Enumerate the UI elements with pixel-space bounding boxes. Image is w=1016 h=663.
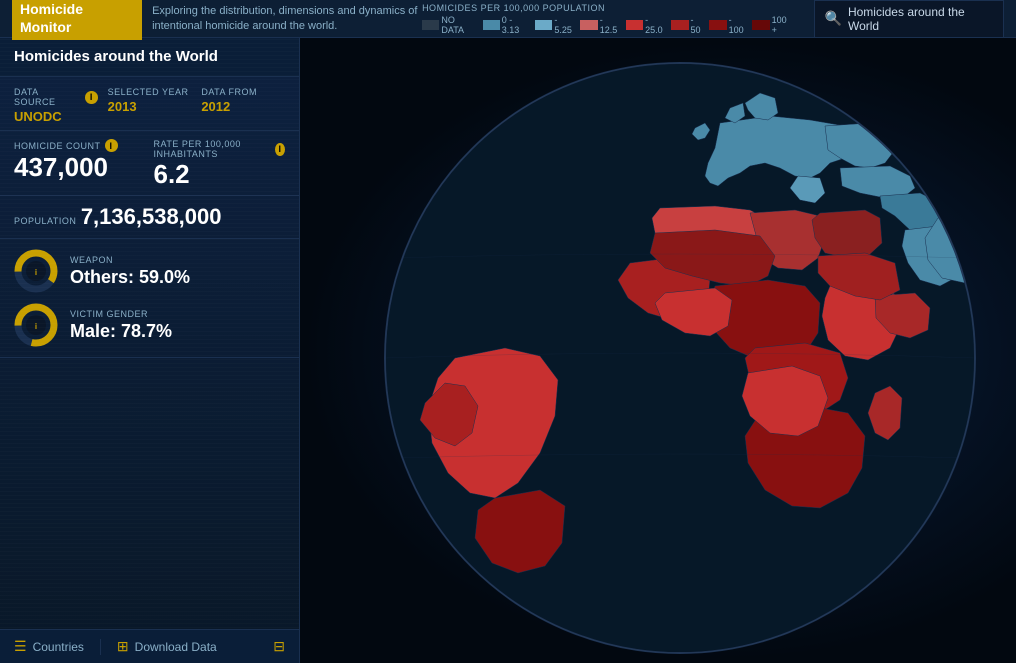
- download-button[interactable]: ⊞ Download Data: [117, 638, 217, 655]
- data-source-value: UNODC: [14, 109, 98, 124]
- homicide-count-info-icon[interactable]: i: [105, 139, 118, 152]
- stats-grid: DATA SOURCE i UNODC SELECTED YEAR 2013 D…: [0, 77, 299, 131]
- countries-button[interactable]: ☰ Countries: [14, 638, 84, 655]
- search-area[interactable]: 🔍 Homicides around the World: [814, 0, 1004, 38]
- weapon-info: WEAPON Others: 59.0%: [70, 255, 190, 288]
- legend-label: HOMICIDES PER 100,000 POPULATION: [422, 3, 605, 13]
- countries-label: Countries: [33, 640, 84, 654]
- donut-stats: i WEAPON Others: 59.0% i VICTIM GENDER M…: [0, 239, 299, 358]
- weapon-value: Others: 59.0%: [70, 267, 190, 288]
- download-icon: ⊞: [117, 638, 129, 655]
- sidebar-title-bar: Homicides around the World: [0, 38, 299, 77]
- logo-text: Homicide Monitor: [20, 1, 83, 35]
- population-value: 7,136,538,000: [81, 204, 222, 229]
- data-from-label: DATA FROM: [201, 87, 285, 97]
- legend-label-nodata: NO DATA: [441, 15, 478, 35]
- sidebar-footer: ☰ Countries ⊞ Download Data ⊟: [0, 629, 299, 663]
- legend-swatch-nodata: [422, 20, 439, 30]
- legend-item-2: - 12.5: [580, 15, 621, 35]
- legend-item-5: - 100: [709, 15, 748, 35]
- legend-label-1: - 5.25: [554, 15, 576, 35]
- legend-area: HOMICIDES PER 100,000 POPULATION NO DATA…: [422, 3, 793, 35]
- table-icon: ⊟: [273, 638, 285, 655]
- main-area: Homicides around the World DATA SOURCE i…: [0, 38, 1016, 663]
- victim-gender-label: VICTIM GENDER: [70, 309, 172, 319]
- legend-label-3: - 25.0: [645, 15, 667, 35]
- selected-year-label: SELECTED YEAR: [108, 87, 192, 97]
- weapon-donut: i: [14, 249, 58, 293]
- globe-visualization: [300, 38, 1016, 663]
- legend-label-5: - 100: [729, 15, 749, 35]
- rate-info-icon[interactable]: i: [275, 143, 285, 156]
- legend-item-4: - 50: [671, 15, 705, 35]
- sidebar: Homicides around the World DATA SOURCE i…: [0, 38, 300, 663]
- big-stat-area: HOMICIDE COUNT i 437,000 RATE PER 100,00…: [0, 131, 299, 196]
- svg-text:i: i: [35, 322, 37, 331]
- legend-swatch-5: [709, 20, 726, 30]
- legend-item-1: - 5.25: [535, 15, 576, 35]
- header: Homicide Monitor Exploring the distribut…: [0, 0, 1016, 38]
- legend-label-6: 100 +: [772, 15, 794, 35]
- selected-year-value: 2013: [108, 99, 192, 114]
- data-from-cell: DATA FROM 2012: [201, 87, 285, 124]
- homicide-count-value: 437,000: [14, 154, 146, 180]
- sidebar-title: Homicides around the World: [14, 48, 218, 65]
- population-label: POPULATION: [14, 216, 76, 226]
- victim-gender-donut: i: [14, 303, 58, 347]
- victim-gender-row: i VICTIM GENDER Male: 78.7%: [14, 303, 285, 347]
- weapon-row: i WEAPON Others: 59.0%: [14, 249, 285, 293]
- legend-label-4: - 50: [691, 15, 706, 35]
- search-text: Homicides around the World: [848, 5, 993, 33]
- legend-item-0: 0 - 3.13: [483, 15, 532, 35]
- rate-stat: RATE PER 100,000 INHABITANTS i 6.2: [154, 139, 286, 187]
- data-source-label: DATA SOURCE i: [14, 87, 98, 107]
- globe-area: [300, 38, 1016, 663]
- legend-swatch-6: [752, 20, 769, 30]
- logo-box: Homicide Monitor: [12, 0, 142, 40]
- victim-gender-info: VICTIM GENDER Male: 78.7%: [70, 309, 172, 342]
- legend-swatch-2: [580, 20, 597, 30]
- data-source-info-icon[interactable]: i: [85, 91, 98, 104]
- footer-divider: [100, 639, 101, 655]
- svg-text:i: i: [35, 268, 37, 277]
- legend-swatch-1: [535, 20, 552, 30]
- header-description: Exploring the distribution, dimensions a…: [152, 4, 422, 33]
- victim-gender-value: Male: 78.7%: [70, 321, 172, 342]
- population-area: POPULATION 7,136,538,000: [0, 196, 299, 239]
- rate-value: 6.2: [154, 161, 286, 187]
- legend-swatch-4: [671, 20, 688, 30]
- search-icon: 🔍: [825, 10, 842, 27]
- homicide-count-stat: HOMICIDE COUNT i 437,000: [14, 139, 146, 187]
- homicide-count-label: HOMICIDE COUNT i: [14, 139, 146, 152]
- legend-item-nodata: NO DATA: [422, 15, 478, 35]
- legend-items: NO DATA 0 - 3.13 - 5.25 - 12.5 - 25.0 - …: [422, 15, 793, 35]
- legend-item-6: 100 +: [752, 15, 793, 35]
- weapon-label: WEAPON: [70, 255, 190, 265]
- countries-icon: ☰: [14, 638, 27, 655]
- legend-label-2: - 12.5: [600, 15, 622, 35]
- data-source-cell: DATA SOURCE i UNODC: [14, 87, 98, 124]
- legend-swatch-3: [626, 20, 643, 30]
- legend-label-0: 0 - 3.13: [502, 15, 531, 35]
- legend-swatch-0: [483, 20, 500, 30]
- rate-label: RATE PER 100,000 INHABITANTS i: [154, 139, 286, 159]
- data-from-value: 2012: [201, 99, 285, 114]
- legend-item-3: - 25.0: [626, 15, 667, 35]
- download-label: Download Data: [135, 640, 217, 654]
- selected-year-cell: SELECTED YEAR 2013: [108, 87, 192, 124]
